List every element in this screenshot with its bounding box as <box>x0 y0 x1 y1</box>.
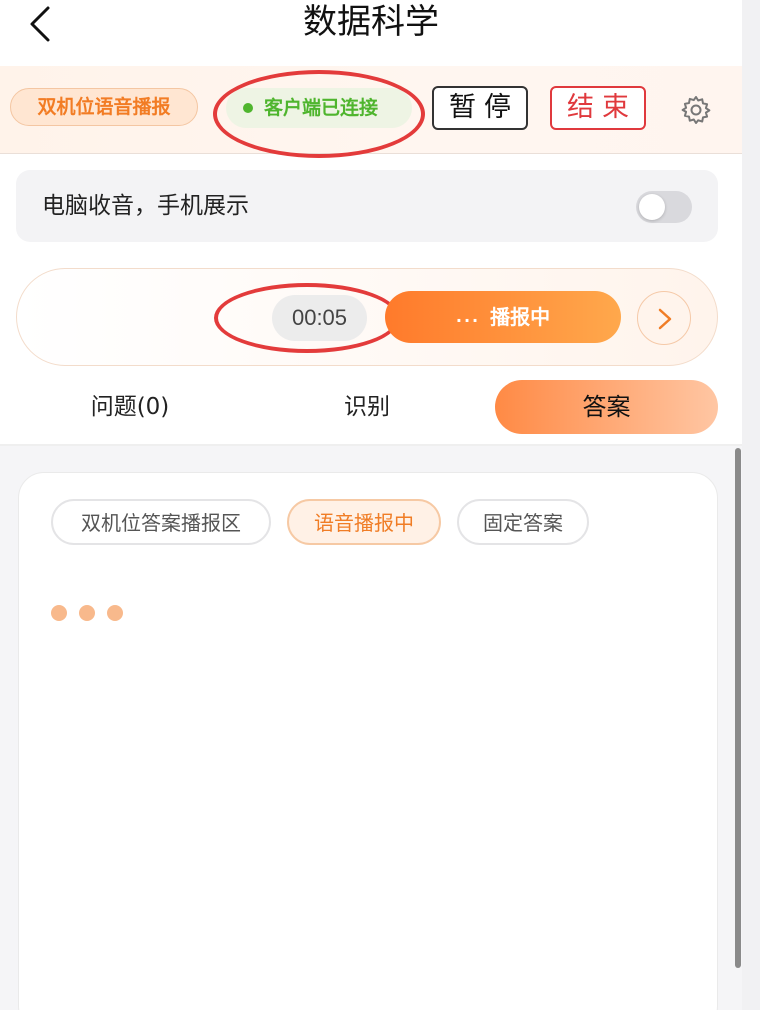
chevron-right-icon <box>658 308 672 330</box>
loading-dot <box>107 605 123 621</box>
audio-mode-label: 电脑收音，手机展示 <box>42 193 249 219</box>
gear-icon[interactable] <box>680 94 712 126</box>
chip-voice-broadcasting[interactable]: 语音播报中 <box>287 499 441 545</box>
loading-dot <box>79 605 95 621</box>
right-gutter <box>742 0 760 1010</box>
header: 数据科学 <box>0 0 742 66</box>
next-button[interactable] <box>637 291 691 345</box>
toolbar: 双机位语音播报 客户端已连接 暂停 结束 <box>0 66 742 158</box>
end-button[interactable]: 结束 <box>550 86 646 130</box>
toggle-knob <box>639 194 665 220</box>
loading-dot <box>51 605 67 621</box>
mode-badge: 双机位语音播报 <box>10 88 198 126</box>
annotation-circle <box>214 283 400 353</box>
page-title: 数据科学 <box>303 2 439 42</box>
player-bar: 00:05 ... 播报中 <box>16 268 718 366</box>
broadcast-status-button[interactable]: ... 播报中 <box>385 291 621 343</box>
scrollbar[interactable] <box>735 448 741 968</box>
pause-button[interactable]: 暂停 <box>432 86 528 130</box>
tab-answer[interactable]: 答案 <box>495 380 718 434</box>
tab-bar: 问题(0) 识别 答案 <box>0 380 742 434</box>
chip-fixed-answer[interactable]: 固定答案 <box>457 499 589 545</box>
tab-recognize[interactable]: 识别 <box>267 380 467 434</box>
broadcast-status-label: 播报中 <box>490 305 551 329</box>
audio-mode-toggle[interactable] <box>636 191 692 223</box>
loading-indicator <box>51 603 141 623</box>
audio-mode-row: 电脑收音，手机展示 <box>16 170 718 242</box>
answer-card: 双机位答案播报区 语音播报中 固定答案 <box>18 472 718 1010</box>
playing-indicator-icon: ... <box>455 307 481 326</box>
annotation-circle <box>213 70 425 158</box>
chip-dual-camera-area[interactable]: 双机位答案播报区 <box>51 499 271 545</box>
tab-questions[interactable]: 问题(0) <box>30 380 230 434</box>
